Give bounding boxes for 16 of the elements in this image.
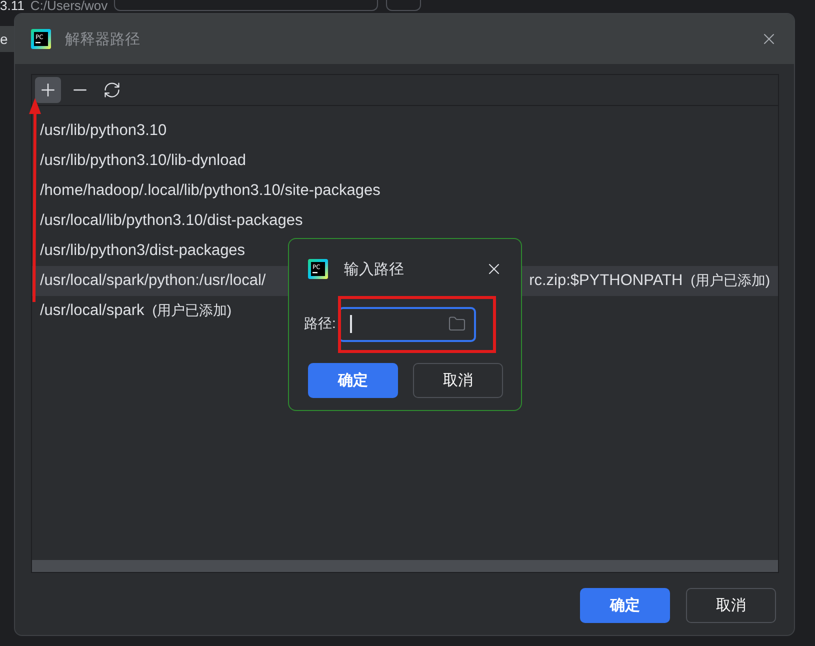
project-path-text: C:/Users/wov — [30, 0, 108, 12]
path-text: /usr/lib/python3/dist-packages — [40, 242, 246, 260]
path-text: rc.zip:$PYTHONPATH — [529, 272, 683, 290]
background-tab-text: e — [0, 26, 14, 52]
path-text: /usr/lib/python3.10 — [40, 122, 167, 140]
version-text: 3.11 — [0, 0, 24, 12]
dialog-title: 解释器路径 — [65, 30, 141, 48]
path-text: /usr/local/spark/python:/usr/local/ — [40, 272, 266, 290]
dialog-title: 输入路径 — [344, 260, 405, 278]
path-text: /usr/local/spark — [40, 302, 144, 320]
user-added-note: (用户已添加) — [152, 302, 232, 320]
path-text: /home/hadoop/.local/lib/python3.10/site-packages — [40, 182, 380, 200]
field-label: 路径: — [304, 315, 336, 333]
path-text: /usr/lib/python3.10/lib-dynload — [40, 152, 246, 170]
path-text: /usr/local/lib/python3.10/dist-packages — [40, 212, 303, 230]
user-added-note: (用户已添加) — [690, 272, 770, 290]
